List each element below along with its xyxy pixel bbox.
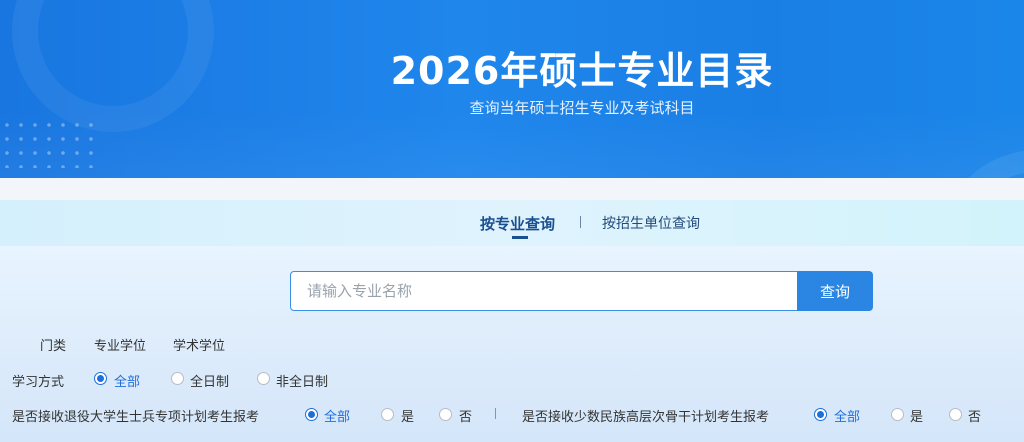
study-mode-fulltime-radio[interactable] bbox=[171, 372, 184, 385]
banner-spacer bbox=[0, 178, 1024, 200]
veteran-yes-radio[interactable] bbox=[381, 408, 394, 421]
category-label: 门类 bbox=[40, 339, 67, 354]
category-option-academic[interactable]: 学术学位 bbox=[173, 335, 225, 354]
minority-yes-label[interactable]: 是 bbox=[910, 406, 923, 425]
veteran-no-radio[interactable] bbox=[439, 408, 452, 421]
tab-by-institution[interactable]: 按招生单位查询 bbox=[602, 213, 700, 233]
category-option-professional[interactable]: 专业学位 bbox=[94, 335, 146, 354]
minority-plan-label: 是否接收少数民族高层次骨干计划考生报考 bbox=[522, 410, 770, 425]
veteran-all-radio[interactable] bbox=[305, 408, 318, 421]
study-mode-fulltime-label[interactable]: 全日制 bbox=[190, 371, 229, 390]
veteran-all-label[interactable]: 全部 bbox=[324, 406, 350, 425]
study-mode-parttime-radio[interactable] bbox=[257, 372, 270, 385]
page-subtitle: 查询当年硕士招生专业及考试科目 bbox=[469, 99, 695, 117]
minority-no-label[interactable]: 否 bbox=[968, 406, 981, 425]
active-tab-indicator bbox=[512, 236, 528, 239]
search-button[interactable]: 查询 bbox=[797, 271, 873, 311]
search-input[interactable] bbox=[290, 271, 798, 311]
header-banner: 2026年硕士专业目录 查询当年硕士招生专业及考试科目 bbox=[0, 0, 1024, 178]
veteran-no-label[interactable]: 否 bbox=[459, 406, 472, 425]
decorative-ridge bbox=[0, 110, 1024, 178]
page-title: 2026年硕士专业目录 bbox=[390, 49, 774, 93]
study-mode-all-label[interactable]: 全部 bbox=[114, 371, 140, 390]
veteran-plan-label: 是否接收退役大学生士兵专项计划考生报考 bbox=[12, 410, 260, 425]
tab-by-major[interactable]: 按专业查询 bbox=[480, 213, 555, 234]
veteran-yes-label[interactable]: 是 bbox=[401, 406, 414, 425]
filter-divider bbox=[495, 408, 496, 419]
minority-all-radio[interactable] bbox=[814, 408, 827, 421]
tab-divider bbox=[580, 216, 581, 228]
minority-yes-radio[interactable] bbox=[891, 408, 904, 421]
study-mode-all-radio[interactable] bbox=[94, 372, 107, 385]
minority-all-label[interactable]: 全部 bbox=[834, 406, 860, 425]
study-mode-label: 学习方式 bbox=[12, 375, 65, 390]
minority-no-radio[interactable] bbox=[949, 408, 962, 421]
study-mode-parttime-label[interactable]: 非全日制 bbox=[276, 371, 328, 390]
decorative-dots bbox=[0, 118, 100, 168]
